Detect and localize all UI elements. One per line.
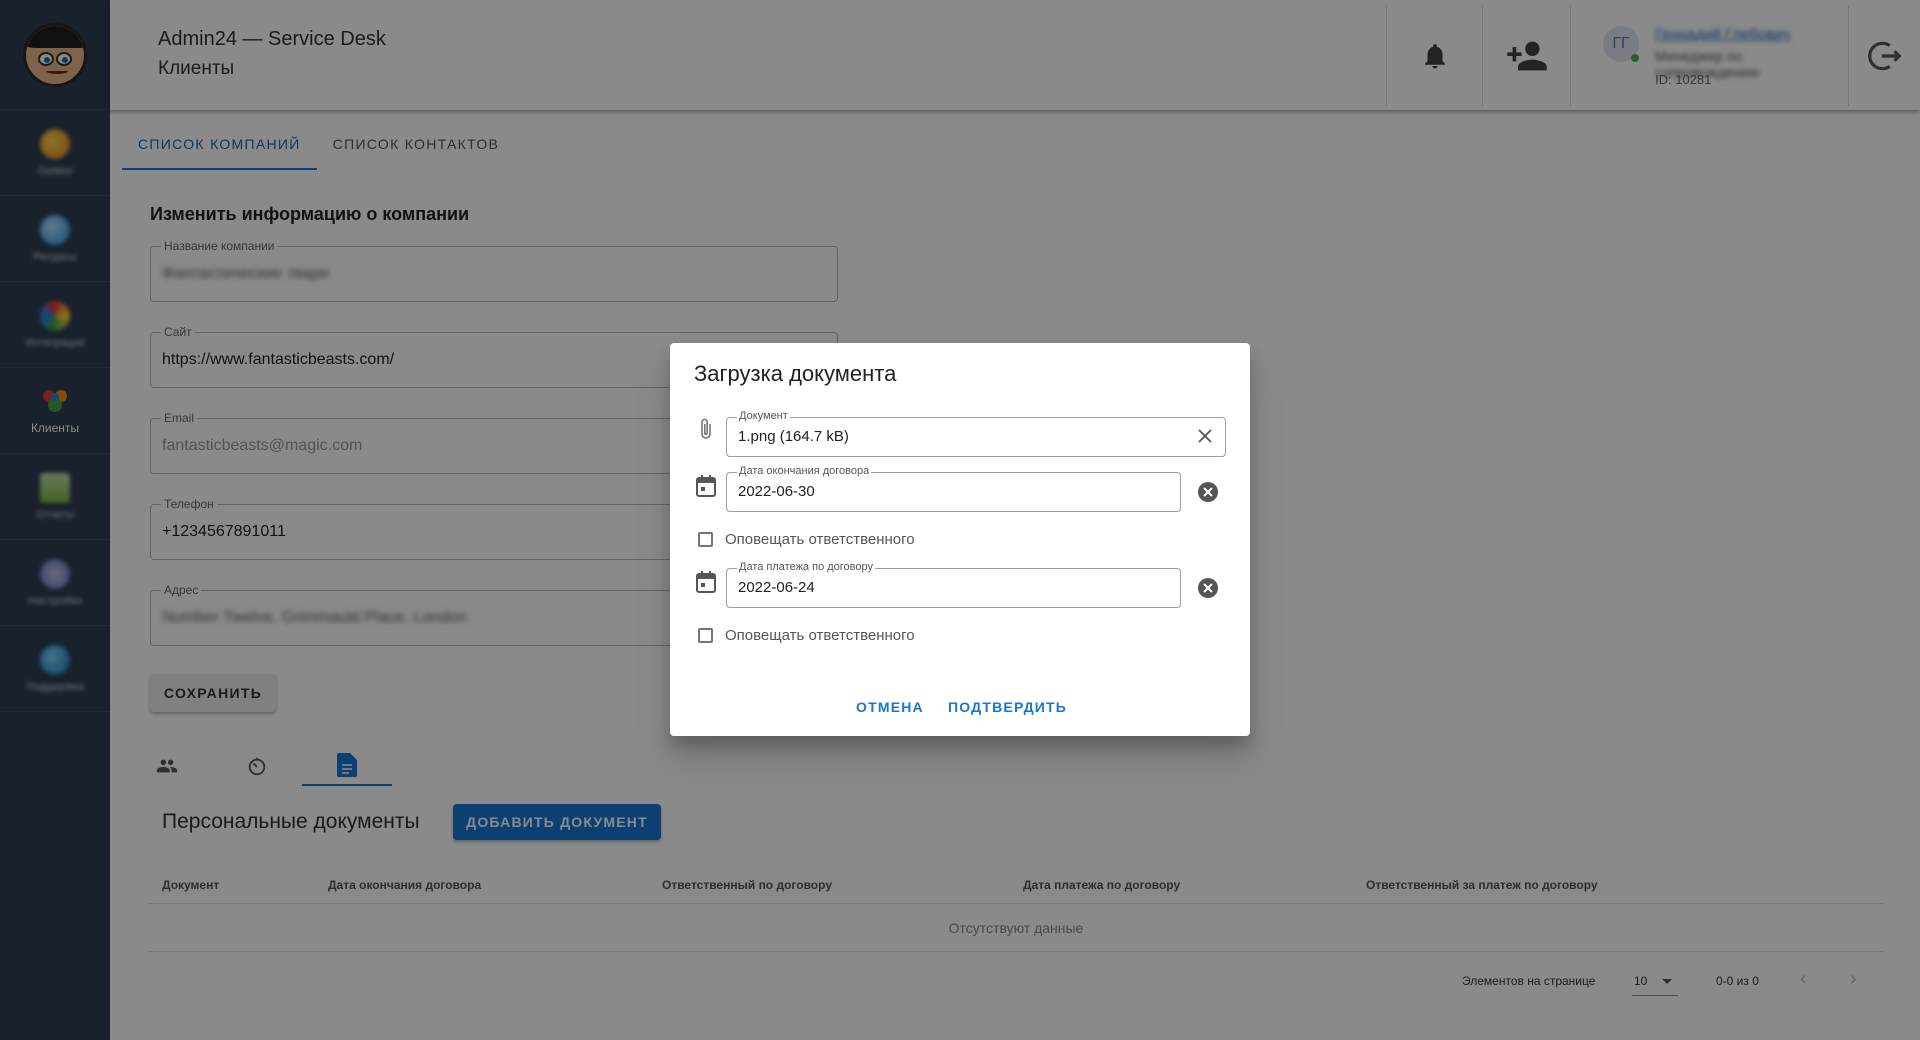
field-label: Документ xyxy=(737,410,790,422)
notify-payment-responsible-checkbox[interactable]: Оповещать ответственного xyxy=(698,627,915,644)
field-value: 2022-06-30 xyxy=(738,483,815,500)
checkbox-icon xyxy=(698,628,713,643)
checkbox-icon xyxy=(698,532,713,547)
payment-date-field[interactable]: Дата платежа по договору 2022-06-24 xyxy=(726,561,1181,608)
clear-date-icon[interactable] xyxy=(1196,576,1220,600)
clear-icon[interactable] xyxy=(1197,428,1213,449)
contract-end-date-field[interactable]: Дата окончания договора 2022-06-30 xyxy=(726,465,1181,512)
field-value: 2022-06-24 xyxy=(738,579,815,596)
cancel-button[interactable]: ОТМЕНА xyxy=(856,699,924,715)
confirm-button[interactable]: ПОДТВЕРДИТЬ xyxy=(948,699,1067,715)
field-label: Дата окончания договора xyxy=(737,465,872,477)
calendar-icon[interactable] xyxy=(694,570,718,594)
checkbox-label: Оповещать ответственного xyxy=(725,627,915,644)
calendar-icon[interactable] xyxy=(694,474,718,498)
dialog-title: Загрузка документа xyxy=(694,361,897,386)
document-file-field[interactable]: Документ 1.png (164.7 kB) xyxy=(726,410,1226,457)
clear-date-icon[interactable] xyxy=(1196,480,1220,504)
upload-document-dialog: Загрузка документа Документ 1.png (164.7… xyxy=(670,343,1250,736)
attach-icon[interactable] xyxy=(694,417,718,441)
checkbox-label: Оповещать ответственного xyxy=(725,531,915,548)
notify-responsible-checkbox[interactable]: Оповещать ответственного xyxy=(698,531,915,548)
field-label: Дата платежа по договору xyxy=(737,561,875,573)
field-value: 1.png (164.7 kB) xyxy=(738,428,849,445)
